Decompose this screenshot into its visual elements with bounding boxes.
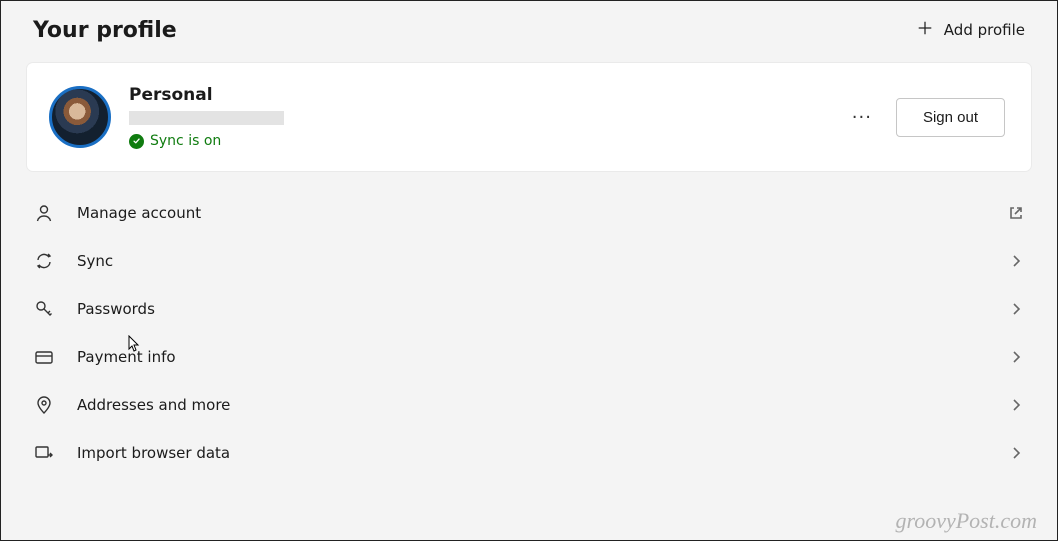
sync-status-text: Sync is on [150, 133, 221, 149]
check-circle-icon [129, 134, 144, 149]
watermark-text: groovyPost.com [895, 508, 1037, 534]
menu-label: Addresses and more [77, 396, 1007, 414]
profile-email-redacted [129, 111, 284, 125]
chevron-right-icon [1007, 252, 1025, 270]
person-icon [33, 202, 55, 224]
chevron-right-icon [1007, 396, 1025, 414]
key-icon [33, 298, 55, 320]
page-title: Your profile [33, 18, 177, 43]
menu-label: Import browser data [77, 444, 1007, 462]
menu-item-manage-account[interactable]: Manage account [27, 189, 1031, 237]
menu-item-addresses[interactable]: Addresses and more [27, 381, 1031, 429]
more-options-button[interactable]: ··· [838, 101, 886, 134]
plus-icon [916, 19, 934, 41]
menu-label: Passwords [77, 300, 1007, 318]
chevron-right-icon [1007, 300, 1025, 318]
chevron-right-icon [1007, 348, 1025, 366]
menu-label: Manage account [77, 204, 1007, 222]
location-icon [33, 394, 55, 416]
card-icon [33, 346, 55, 368]
add-profile-button[interactable]: Add profile [912, 13, 1029, 47]
profile-name: Personal [129, 85, 838, 105]
menu-item-passwords[interactable]: Passwords [27, 285, 1031, 333]
profile-card: Personal Sync is on ··· Sign out [27, 63, 1031, 171]
signout-button[interactable]: Sign out [896, 98, 1005, 137]
avatar [49, 86, 111, 148]
menu-label: Payment info [77, 348, 1007, 366]
chevron-right-icon [1007, 444, 1025, 462]
import-icon [33, 442, 55, 464]
external-link-icon [1007, 204, 1025, 222]
add-profile-label: Add profile [944, 21, 1025, 39]
menu-label: Sync [77, 252, 1007, 270]
menu-item-payment-info[interactable]: Payment info [27, 333, 1031, 381]
sync-icon [33, 250, 55, 272]
menu-item-import-data[interactable]: Import browser data [27, 429, 1031, 477]
menu-item-sync[interactable]: Sync [27, 237, 1031, 285]
